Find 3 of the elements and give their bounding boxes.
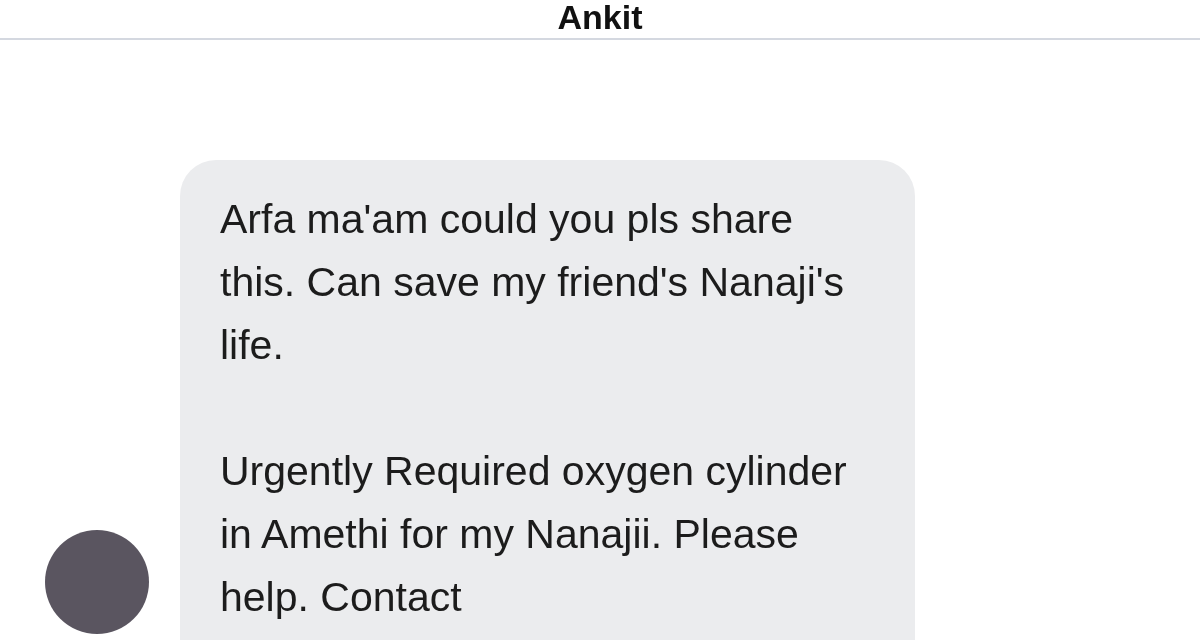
message-text: Arfa ma'am could you pls share this. Can save my friend's Nanaji's life.: [220, 195, 846, 370]
message-text: Urgently Required oxygen cylinder in Amethi for my Nanajii. Please help. Contact: [220, 447, 848, 622]
chat-title: Ankit: [557, 0, 643, 34]
